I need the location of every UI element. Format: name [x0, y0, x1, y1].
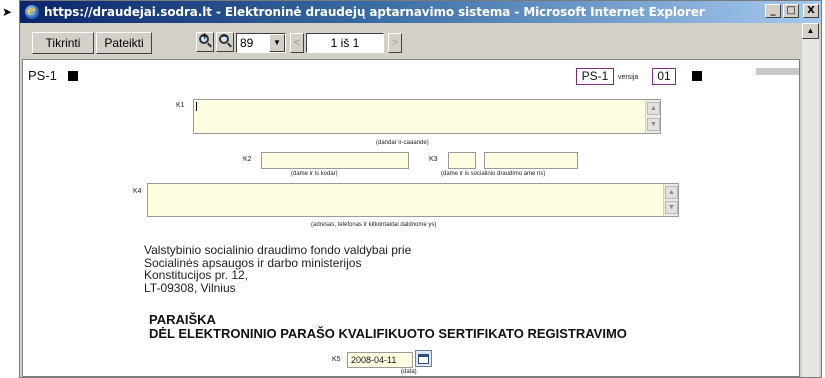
- zoom-out-button[interactable]: −: [216, 32, 234, 52]
- submit-button[interactable]: Pateikti: [96, 32, 152, 54]
- k4-scrollbar[interactable]: ▲ ▼: [663, 184, 678, 216]
- addressee-line-1: Valstybinio socialinio draudimo fondo va…: [144, 243, 412, 257]
- form-marker: [68, 71, 78, 81]
- k3-caption: (dame ir is socialinio draudimo ame ris): [441, 171, 546, 177]
- title-bar: e https://draudejai.sodra.lt - Elektroni…: [20, 1, 821, 23]
- internet-explorer-icon: e: [24, 3, 40, 20]
- k2-caption: (dame ir is kodar): [291, 171, 338, 177]
- k2-field[interactable]: [261, 152, 409, 169]
- version-label: versija: [618, 74, 639, 81]
- zoom-select[interactable]: 89 ▼: [236, 33, 286, 53]
- close-button[interactable]: X: [803, 4, 819, 18]
- addressee-line-3: Konstitucijos pr. 12,: [144, 268, 249, 282]
- next-page-button[interactable]: >: [388, 33, 402, 53]
- check-button[interactable]: Tikrinti: [32, 32, 94, 54]
- version-marker: [692, 71, 702, 81]
- k1-caption: (dandar ir-caaande): [376, 140, 429, 146]
- chevron-down-icon[interactable]: ▼: [269, 34, 285, 52]
- form-code-box: PS-1: [576, 68, 614, 85]
- k5-label: K5: [332, 356, 341, 363]
- browser-window: e https://draudejai.sodra.lt - Elektroni…: [19, 0, 822, 378]
- addressee-line-4: LT-09308, Vilnius: [144, 280, 236, 295]
- k1-scrollbar[interactable]: ▲ ▼: [645, 100, 660, 133]
- k1-field[interactable]: ▲ ▼: [193, 99, 661, 134]
- k5-caption: (data): [401, 369, 417, 375]
- k1-label: K1: [176, 102, 185, 109]
- k3-series-field[interactable]: [448, 152, 476, 169]
- zoom-value: 89: [240, 36, 254, 50]
- scroll-up-button[interactable]: ▲: [802, 23, 819, 39]
- window-title: https://draudejai.sodra.lt - Elektroninė…: [44, 5, 705, 19]
- k4-field[interactable]: ▲ ▼: [147, 183, 679, 217]
- document-title-line-1: PARAIŠKA: [149, 312, 216, 327]
- minimize-button[interactable]: _: [765, 4, 781, 18]
- page-indicator[interactable]: 1 iš 1: [306, 33, 384, 53]
- k4-caption: (adresas, telefonas ir kitkontaktai dald…: [311, 222, 437, 228]
- version-box: 01: [652, 68, 676, 85]
- page-scrollbar[interactable]: ▲: [802, 23, 819, 377]
- maximize-button[interactable]: □: [783, 4, 799, 18]
- k3-number-field[interactable]: [484, 152, 578, 169]
- viewer-toolbar: Tikrinti Pateikti + − 89 ▼ < 1 iš 1 >: [20, 23, 821, 59]
- k5-date-field[interactable]: 2008-04-11: [347, 352, 413, 368]
- calendar-icon[interactable]: [415, 350, 432, 367]
- form-code: PS-1: [28, 68, 57, 83]
- k4-label: K4: [133, 188, 142, 195]
- k2-label: K2: [243, 156, 252, 163]
- previous-page-button[interactable]: <: [290, 33, 304, 53]
- k3-label: K3: [429, 156, 438, 163]
- document-title-line-2: DĖL ELEKTRONINIO PARAŠO KVALIFIKUOTO SER…: [149, 326, 627, 341]
- page-edge: [756, 68, 799, 75]
- zoom-in-button[interactable]: +: [196, 32, 214, 52]
- document-viewport: PS-1 PS-1 versija 01 K1 ▲ ▼ (dandar ir-c…: [22, 59, 800, 377]
- arrow-right-icon: ➤: [2, 5, 13, 19]
- addressee-block: Valstybinio socialinio draudimo fondo va…: [144, 244, 411, 294]
